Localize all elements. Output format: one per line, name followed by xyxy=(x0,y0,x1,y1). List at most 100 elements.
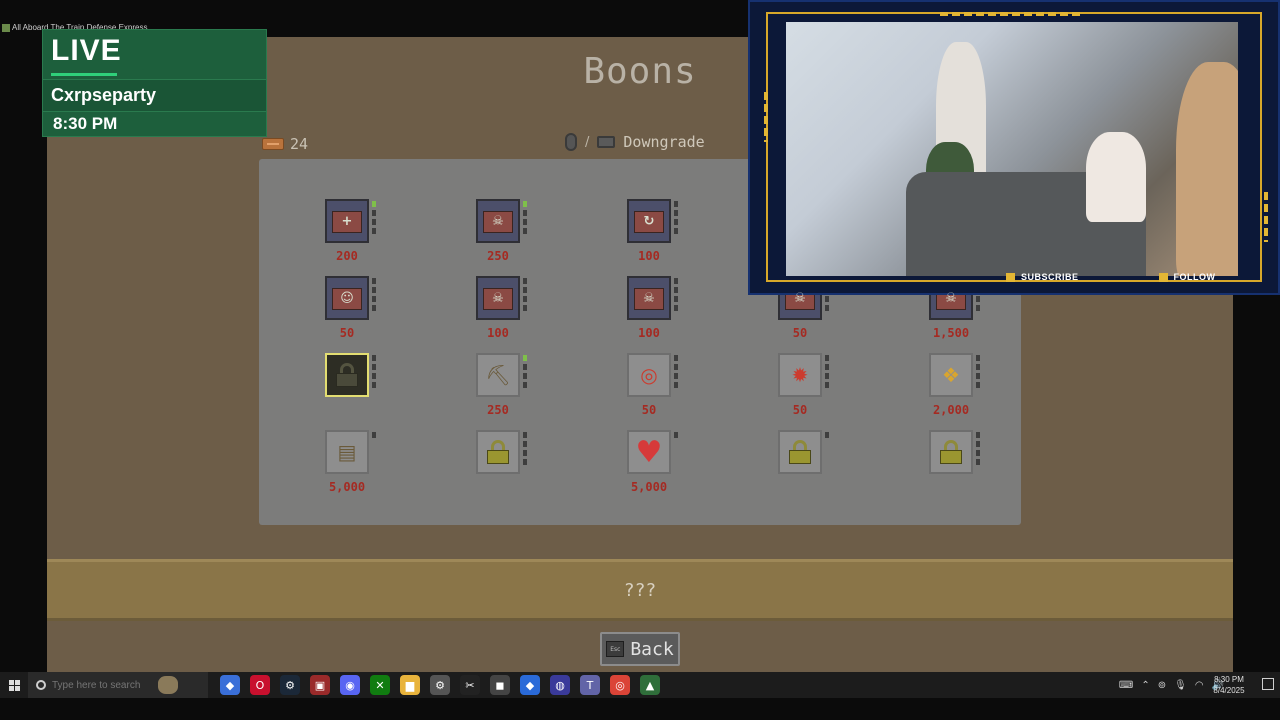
app-icon xyxy=(2,23,10,32)
boon-slot[interactable]: ☠ 250 xyxy=(465,199,535,269)
settings-icon[interactable]: ⚙ xyxy=(430,675,450,695)
boon-price: 100 xyxy=(638,326,660,340)
boon-slot[interactable]: ❖ 2,000 xyxy=(918,353,988,423)
capcut-icon[interactable]: ✂ xyxy=(460,675,480,695)
chevron-up-icon[interactable]: ⌃ xyxy=(1141,680,1149,691)
boon-slot[interactable]: ▤ 5,000 xyxy=(314,430,384,500)
chest-ghost-icon: ☺ xyxy=(325,276,369,320)
webcam-person xyxy=(1086,132,1146,222)
obs-icon[interactable]: ◍ xyxy=(550,675,570,695)
padlock-shape xyxy=(788,440,812,464)
target-icon: ◎ xyxy=(627,353,671,397)
webcam-overlay: SUBSCRIBE FOLLOW xyxy=(748,0,1280,295)
boon-slot[interactable]: ↻ 100 xyxy=(616,199,686,269)
subscribe-text: SUBSCRIBE xyxy=(1021,272,1079,282)
chrome-icon[interactable]: ◎ xyxy=(610,675,630,695)
steam-icon[interactable]: ⚙ xyxy=(280,675,300,695)
clock-time: 8:30 PM xyxy=(1214,675,1244,684)
boon-slot[interactable] xyxy=(918,430,988,500)
app-icon[interactable]: ◆ xyxy=(520,675,540,695)
clock-date: 8/4/2025 xyxy=(1213,686,1245,695)
boon-level-pips xyxy=(976,432,980,465)
roblox-icon[interactable]: ◼ xyxy=(490,675,510,695)
boon-slot[interactable]: ☺ 50 xyxy=(314,276,384,346)
cam-labels: SUBSCRIBE FOLLOW xyxy=(1006,272,1216,282)
boon-slot[interactable]: ♥ 5,000 xyxy=(616,430,686,500)
boon-level-pips xyxy=(976,355,980,388)
description-bar: ??? xyxy=(47,559,1233,621)
boon-level-pips xyxy=(523,432,527,465)
boon-glyph: ☠ xyxy=(492,213,504,229)
follow-label: FOLLOW xyxy=(1158,272,1216,282)
boon-level-pips xyxy=(523,278,527,311)
notification-icon[interactable] xyxy=(1262,678,1274,690)
webcam-person xyxy=(1176,62,1238,276)
keyboard-icon[interactable]: ⌨ xyxy=(1119,680,1133,691)
boon-slot[interactable]: ☠ 100 xyxy=(465,276,535,346)
boon-level-pips xyxy=(825,355,829,388)
copilot-icon[interactable]: ◆ xyxy=(220,675,240,695)
game-icon[interactable]: ▲ xyxy=(640,675,660,695)
boon-slot[interactable]: ✹ 50 xyxy=(767,353,837,423)
boon-slot[interactable]: +200 xyxy=(314,199,384,269)
follow-text: FOLLOW xyxy=(1173,272,1216,282)
currency-display: 24 xyxy=(262,135,308,153)
mouse-icon xyxy=(565,133,577,151)
overlay-time: 8:30 PM xyxy=(53,114,118,133)
discord-icon[interactable]: ◉ xyxy=(340,675,360,695)
cam-side-dash-right xyxy=(1264,192,1268,242)
media-icon[interactable]: ▣ xyxy=(310,675,330,695)
windows-icon xyxy=(8,679,20,691)
lock-icon xyxy=(778,430,822,474)
boon-price: 50 xyxy=(339,326,355,340)
keyboard-key-icon xyxy=(597,136,616,148)
taskbar-apps: ◆ O ⚙ ▣ ◉ ✕ ▆ ⚙ ✂ ◼ ◆ ◍ T ◎ ▲ xyxy=(220,675,660,695)
chest-skull-icon: ☠ xyxy=(476,276,520,320)
start-button[interactable] xyxy=(0,672,28,698)
boon-level-pips xyxy=(523,355,527,388)
search-input[interactable] xyxy=(52,679,172,691)
xbox-icon[interactable]: ✕ xyxy=(370,675,390,695)
ticket-icon xyxy=(262,138,284,150)
boon-level-pips xyxy=(674,355,678,388)
boon-glyph: ☠ xyxy=(794,290,806,306)
boon-level-pips xyxy=(825,432,829,438)
chest-skull-icon: ☠ xyxy=(476,199,520,243)
taskbar-search[interactable] xyxy=(28,672,208,698)
boon-price: 5,000 xyxy=(328,480,366,494)
boon-glyph: ☠ xyxy=(492,290,504,306)
live-label: LIVE xyxy=(51,34,122,67)
downgrade-label: Downgrade xyxy=(623,133,705,151)
file-explorer-icon[interactable]: ▆ xyxy=(400,675,420,695)
teams-icon[interactable]: T xyxy=(580,675,600,695)
downgrade-hint: / Downgrade xyxy=(565,133,705,151)
boon-level-pips xyxy=(523,201,527,234)
boon-price: 5,000 xyxy=(630,480,668,494)
microphone-icon[interactable]: 🎙 xyxy=(1174,680,1187,691)
boon-slot[interactable] xyxy=(767,430,837,500)
back-button[interactable]: Esc Back xyxy=(600,632,680,666)
boon-glyph: + xyxy=(341,213,353,229)
lock-icon xyxy=(476,430,520,474)
search-icon xyxy=(36,680,46,690)
boon-price: 2,000 xyxy=(932,403,970,417)
taskbar-clock[interactable]: 8:30 PM 8/4/2025 xyxy=(1204,674,1254,696)
boon-glyph: ↻ xyxy=(643,213,655,229)
padlock-shape xyxy=(486,440,510,464)
boon-level-pips xyxy=(372,201,376,234)
subscribe-label: SUBSCRIBE xyxy=(1006,272,1079,282)
lock-icon xyxy=(325,353,369,397)
boon-price: 100 xyxy=(638,249,660,263)
wifi-icon[interactable]: ◠ xyxy=(1195,680,1204,691)
boon-price: 250 xyxy=(487,249,509,263)
boon-slot[interactable] xyxy=(465,430,535,500)
boon-slot[interactable] xyxy=(314,353,384,423)
network-icon[interactable]: ⊚ xyxy=(1158,680,1166,691)
boon-slot[interactable]: ⛏ 250 xyxy=(465,353,535,423)
opera-icon[interactable]: O xyxy=(250,675,270,695)
channel-name: Cxrpseparty xyxy=(51,85,157,105)
search-highlight-icon xyxy=(158,676,178,694)
padlock-shape xyxy=(335,363,359,387)
boon-slot[interactable]: ☠ 100 xyxy=(616,276,686,346)
boon-slot[interactable]: ◎ 50 xyxy=(616,353,686,423)
